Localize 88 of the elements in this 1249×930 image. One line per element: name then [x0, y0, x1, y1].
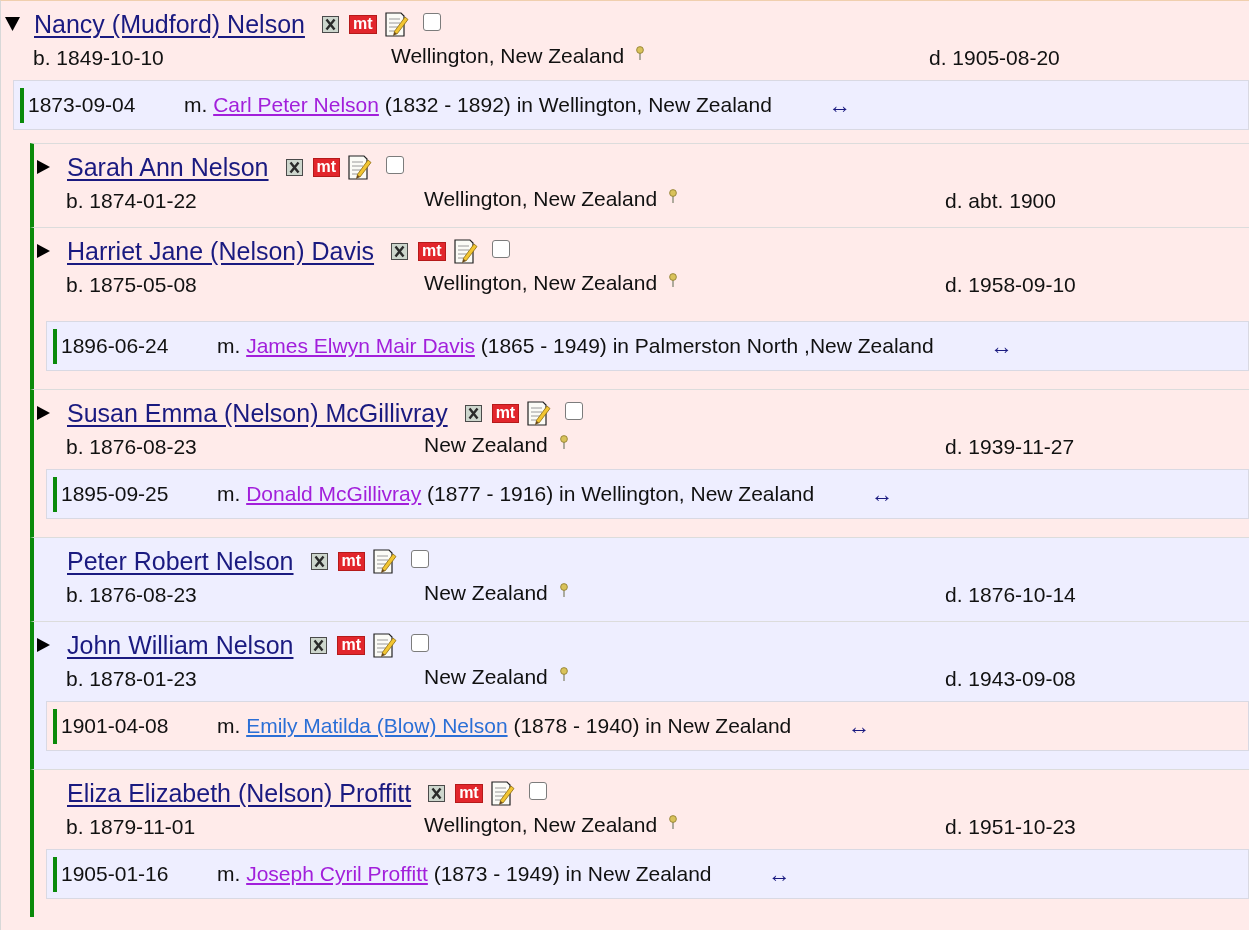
- caret-right-icon[interactable]: [37, 406, 50, 420]
- birth-place: Wellington, New Zealand: [424, 186, 658, 211]
- mt-badge[interactable]: mt: [312, 157, 341, 177]
- family-link[interactable]: ↔: [767, 860, 791, 888]
- caret-right-icon[interactable]: [37, 244, 50, 258]
- notepad-pencil-icon[interactable]: [527, 400, 552, 426]
- death-date: d. abt. 1900: [945, 189, 1056, 213]
- death-date: d. 1943-09-08: [945, 667, 1076, 691]
- birth-date: b. 1879-11-01: [66, 815, 197, 839]
- spouse-link[interactable]: Donald McGillivray: [246, 482, 422, 505]
- mt-badge[interactable]: mt: [418, 241, 446, 261]
- marriage-date: 1905-01-16: [61, 862, 170, 886]
- person-name-link[interactable]: Nancy (Mudford) Nelson: [34, 8, 305, 40]
- select-checkbox[interactable]: [411, 550, 430, 568]
- birth-place: Wellington, New Zealand: [391, 43, 625, 68]
- person-name-link[interactable]: Eliza Elizabeth (Nelson) Proffitt: [67, 777, 412, 809]
- birth-date: b. 1876-08-23: [66, 583, 198, 607]
- select-checkbox[interactable]: [411, 634, 430, 652]
- caret-right-icon[interactable]: [37, 638, 50, 652]
- person-name-link[interactable]: Sarah Ann Nelson: [67, 151, 269, 183]
- family-link[interactable]: ↔: [989, 332, 1013, 360]
- caret-right-icon[interactable]: [37, 160, 50, 174]
- family-link[interactable]: ↔: [847, 712, 871, 740]
- birth-date: b. 1849-10-10: [33, 46, 165, 70]
- select-checkbox[interactable]: [422, 13, 441, 31]
- notepad-pencil-icon[interactable]: [373, 548, 398, 574]
- family-link[interactable]: ↔: [827, 91, 851, 119]
- spouse-link[interactable]: Joseph Cyril Proffitt: [246, 862, 428, 885]
- person-name-link[interactable]: Harriet Jane (Nelson) Davis: [67, 235, 375, 267]
- birth-place: New Zealand: [424, 580, 548, 605]
- mt-badge[interactable]: mt: [337, 551, 366, 571]
- birth-date: b. 1875-05-08: [66, 273, 198, 297]
- birth-date: b. 1876-08-23: [66, 435, 198, 459]
- birth-place: Wellington, New Zealand: [424, 270, 658, 295]
- cross-box-icon[interactable]: [428, 784, 446, 802]
- cross-box-icon[interactable]: [310, 552, 328, 570]
- pin-icon[interactable]: [669, 272, 678, 287]
- mt-badge[interactable]: mt: [491, 403, 520, 423]
- pin-icon[interactable]: [669, 188, 678, 203]
- pin-icon[interactable]: [636, 45, 645, 60]
- notepad-pencil-icon[interactable]: [384, 11, 409, 37]
- pin-icon[interactable]: [559, 434, 568, 449]
- birth-place: Wellington, New Zealand: [424, 812, 658, 837]
- caret-down-icon[interactable]: [5, 17, 20, 31]
- cross-box-icon[interactable]: [391, 242, 409, 260]
- pin-icon[interactable]: [559, 582, 568, 597]
- person-name-link[interactable]: Peter Robert Nelson: [67, 545, 294, 577]
- marriage-text: m. Carl Peter Nelson (1832 - 1892) in Wellington, New Zealand: [184, 93, 772, 117]
- notepad-pencil-icon[interactable]: [373, 632, 398, 658]
- pin-icon[interactable]: [559, 666, 568, 681]
- person-name-link[interactable]: Susan Emma (Nelson) McGillivray: [67, 397, 448, 429]
- cross-box-icon[interactable]: [310, 636, 328, 654]
- death-date: d. 1958-09-10: [945, 273, 1076, 297]
- birth-place: New Zealand: [424, 664, 548, 689]
- marriage-text: m. Emily Matilda (Blow) Nelson (1878 - 1940) in New Zealand: [217, 714, 792, 738]
- marriage-text: m. Donald McGillivray (1877 - 1916) in Wellington, New Zealand: [217, 482, 815, 506]
- cross-box-icon[interactable]: [464, 404, 482, 422]
- marriage-text: m. Joseph Cyril Proffitt (1873 - 1949) in New Zealand: [217, 862, 712, 886]
- family-link[interactable]: ↔: [870, 480, 894, 508]
- cross-box-icon[interactable]: [285, 158, 303, 176]
- pin-icon[interactable]: [669, 814, 678, 829]
- person-name-link[interactable]: John William Nelson: [67, 629, 294, 661]
- marriage-text: m. James Elwyn Mair Davis (1865 - 1949) in Palmerston North ,New Zealand: [217, 334, 934, 358]
- marriage-date: 1895-09-25: [61, 482, 170, 506]
- select-checkbox[interactable]: [491, 240, 510, 258]
- mt-badge[interactable]: mt: [348, 14, 377, 34]
- death-date: d. 1939-11-27: [945, 435, 1075, 459]
- death-date: d. 1876-10-14: [945, 583, 1076, 607]
- select-checkbox[interactable]: [565, 402, 584, 420]
- notepad-pencil-icon[interactable]: [348, 154, 373, 180]
- cross-box-icon[interactable]: [321, 15, 339, 33]
- birth-date: b. 1878-01-23: [66, 667, 198, 691]
- spouse-link[interactable]: James Elwyn Mair Davis: [246, 334, 475, 357]
- marriage-date: 1873-09-04: [28, 93, 137, 117]
- birth-date: b. 1874-01-22: [66, 189, 198, 213]
- select-checkbox[interactable]: [528, 782, 547, 800]
- spouse-link[interactable]: Carl Peter Nelson: [213, 93, 379, 116]
- death-date: d. 1951-10-23: [945, 815, 1076, 839]
- mt-badge[interactable]: mt: [337, 635, 366, 655]
- death-date: d. 1905-08-20: [929, 46, 1060, 70]
- select-checkbox[interactable]: [386, 156, 405, 174]
- spouse-link[interactable]: Emily Matilda (Blow) Nelson: [246, 714, 508, 737]
- marriage-date: 1901-04-08: [61, 714, 170, 738]
- notepad-pencil-icon[interactable]: [453, 238, 478, 264]
- marriage-date: 1896-06-24: [61, 334, 170, 358]
- birth-place: New Zealand: [424, 432, 548, 457]
- notepad-pencil-icon[interactable]: [490, 780, 515, 806]
- mt-badge[interactable]: mt: [455, 783, 483, 803]
